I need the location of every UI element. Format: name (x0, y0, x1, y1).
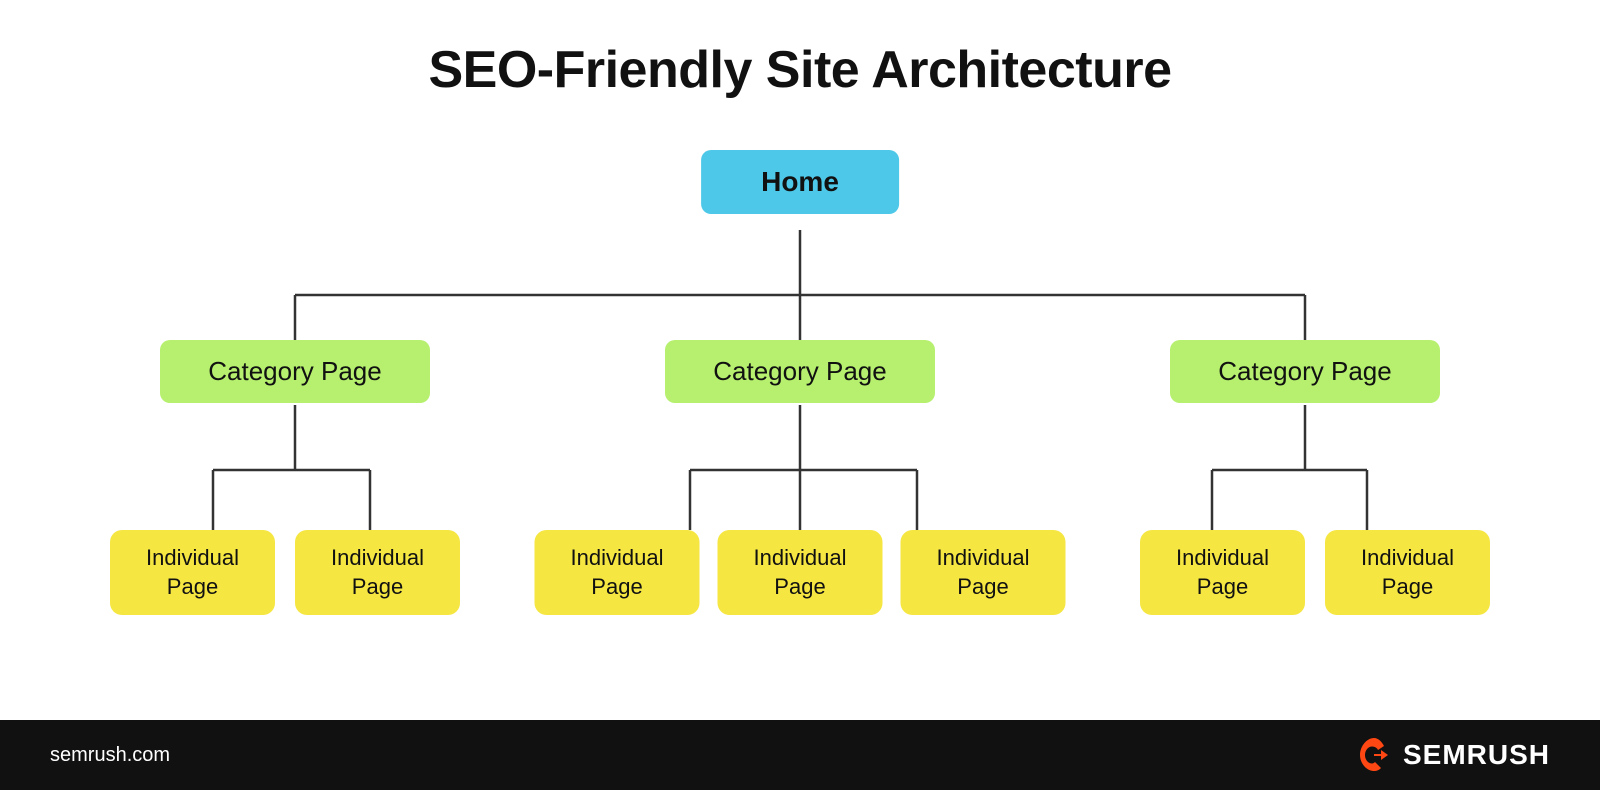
individual-1-1: Individual Page (110, 530, 275, 615)
individual-3-1: Individual Page (1140, 530, 1305, 615)
footer-brand: SEMRUSH (1355, 736, 1550, 774)
category-1-label: Category Page (160, 340, 430, 403)
home-node: Home (701, 150, 899, 214)
home-label: Home (701, 150, 899, 214)
footer-brand-name: SEMRUSH (1403, 739, 1550, 771)
individual-2-3: Individual Page (901, 530, 1066, 615)
individual-group-2: Individual Page Individual Page Individu… (535, 530, 1066, 615)
category-node-3: Category Page (1170, 340, 1440, 403)
individual-3-2: Individual Page (1325, 530, 1490, 615)
page-title: SEO-Friendly Site Architecture (428, 40, 1171, 100)
category-node-2: Category Page (665, 340, 935, 403)
individual-1-2: Individual Page (295, 530, 460, 615)
category-2-label: Category Page (665, 340, 935, 403)
diagram-wrapper: Home Category Page Category Page Categor… (60, 140, 1540, 700)
footer-url: semrush.com (50, 744, 170, 767)
individual-2-2: Individual Page (718, 530, 883, 615)
individual-2-1: Individual Page (535, 530, 700, 615)
tree-lines (60, 140, 1540, 700)
semrush-logo-icon (1355, 736, 1393, 774)
individual-group-3: Individual Page Individual Page (1140, 530, 1490, 615)
individual-group-1: Individual Page Individual Page (110, 530, 460, 615)
category-node-1: Category Page (160, 340, 430, 403)
category-3-label: Category Page (1170, 340, 1440, 403)
main-content: SEO-Friendly Site Architecture (0, 0, 1600, 720)
